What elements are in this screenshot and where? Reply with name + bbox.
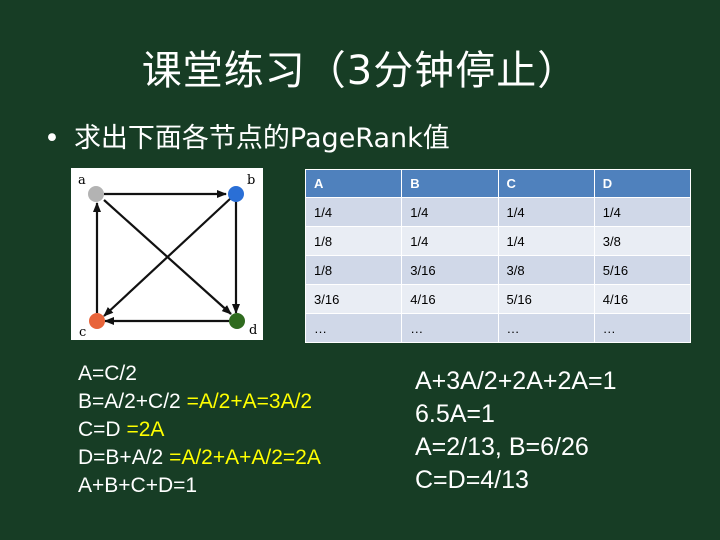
table-cell: 3/16 bbox=[306, 285, 402, 313]
node-a bbox=[88, 186, 104, 202]
table-header-row: A B C D bbox=[306, 170, 690, 197]
node-c bbox=[89, 313, 105, 329]
pagerank-table: A B C D 1/4 1/4 1/4 1/4 1/8 1/4 1/4 3/8 … bbox=[305, 169, 691, 343]
column-header: C bbox=[498, 170, 594, 197]
equation-highlight: =A/2+A=3A/2 bbox=[186, 390, 313, 413]
table-cell: 3/8 bbox=[594, 227, 690, 255]
table-cell: 1/4 bbox=[402, 227, 498, 255]
column-header: B bbox=[402, 170, 498, 197]
solution-line: 6.5A=1 bbox=[415, 400, 495, 428]
solution-line: A=2/13, B=6/26 bbox=[415, 433, 589, 461]
table-cell: 1/4 bbox=[306, 198, 402, 226]
bullet-text: 求出下面各节点的PageRank值 bbox=[73, 123, 450, 154]
equation-line: C=D =2A bbox=[78, 416, 321, 444]
table-row: 1/4 1/4 1/4 1/4 bbox=[306, 198, 690, 226]
equation-text: A=C/2 bbox=[78, 362, 137, 385]
table-cell: … bbox=[306, 314, 402, 342]
table-cell: 3/8 bbox=[498, 256, 594, 284]
table-cell: 3/16 bbox=[402, 256, 498, 284]
equation-line: A=C/2 bbox=[78, 360, 321, 388]
node-b bbox=[228, 186, 244, 202]
column-header: A bbox=[306, 170, 402, 197]
equation-text: B=A/2+C/2 bbox=[78, 390, 187, 413]
slide-title: 课堂练习（3分钟停止） bbox=[141, 48, 579, 94]
equation-line: A+B+C+D=1 bbox=[78, 472, 321, 500]
equation-list: A=C/2 B=A/2+C/2 =A/2+A=3A/2 C=D =2A D=B+… bbox=[78, 360, 321, 500]
table-cell: 5/16 bbox=[594, 256, 690, 284]
equation-highlight: =2A bbox=[126, 418, 165, 441]
table-cell: 1/4 bbox=[594, 198, 690, 226]
table-cell: 1/8 bbox=[306, 227, 402, 255]
table-cell: 1/4 bbox=[498, 227, 594, 255]
equation-line: B=A/2+C/2 =A/2+A=3A/2 bbox=[78, 388, 321, 416]
table-row: 1/8 3/16 3/8 5/16 bbox=[306, 256, 690, 284]
bullet-point: • 求出下面各节点的PageRank值 bbox=[44, 116, 450, 155]
node-label-c: c bbox=[79, 325, 86, 340]
equation-text: C=D bbox=[78, 418, 127, 441]
table-row: 3/16 4/16 5/16 4/16 bbox=[306, 285, 690, 313]
table-cell: 1/4 bbox=[402, 198, 498, 226]
table-cell: 1/8 bbox=[306, 256, 402, 284]
column-header: D bbox=[594, 170, 690, 197]
solution-block: A+3A/2+2A+2A=1 6.5A=1 A=2/13, B=6/26 C=D… bbox=[415, 365, 617, 497]
equation-text: D=B+A/2 bbox=[78, 446, 170, 469]
table-cell: … bbox=[498, 314, 594, 342]
equation-line: D=B+A/2 =A/2+A+A/2=2A bbox=[78, 444, 321, 472]
node-label-b: b bbox=[247, 173, 255, 188]
node-d bbox=[229, 313, 245, 329]
equation-highlight: =A/2+A+A/2=2A bbox=[169, 446, 321, 469]
table-cell: … bbox=[594, 314, 690, 342]
table-row: 1/8 1/4 1/4 3/8 bbox=[306, 227, 690, 255]
table-row: … … … … bbox=[306, 314, 690, 342]
table-cell: 4/16 bbox=[594, 285, 690, 313]
equation-text: A+B+C+D=1 bbox=[78, 474, 198, 497]
table-cell: … bbox=[402, 314, 498, 342]
table-cell: 4/16 bbox=[402, 285, 498, 313]
solution-line: C=D=4/13 bbox=[415, 466, 529, 494]
bullet-icon: • bbox=[44, 123, 60, 154]
node-label-a: a bbox=[78, 173, 86, 188]
solution-line: A+3A/2+2A+2A=1 bbox=[415, 367, 617, 395]
table-cell: 1/4 bbox=[498, 198, 594, 226]
graph-svg: a b c d bbox=[78, 173, 257, 340]
node-label-d: d bbox=[249, 323, 257, 338]
link-graph-diagram: a b c d bbox=[71, 168, 263, 340]
table-cell: 5/16 bbox=[498, 285, 594, 313]
